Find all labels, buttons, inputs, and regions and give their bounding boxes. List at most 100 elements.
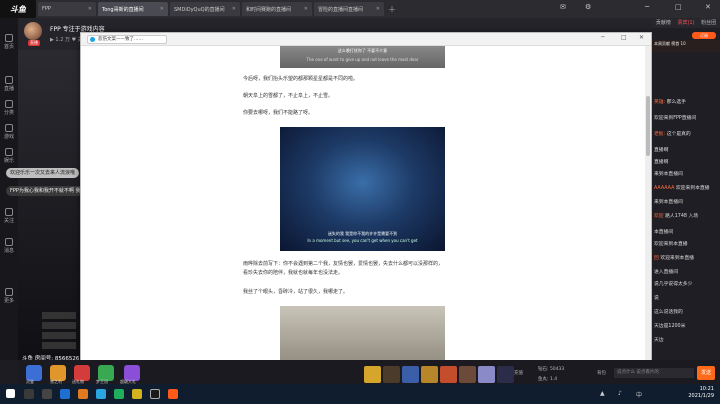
- heart-icon: [5, 208, 13, 216]
- message-icon: [5, 238, 13, 246]
- close-icon[interactable]: ✕: [304, 6, 308, 12]
- backpack-button[interactable]: 背包: [597, 370, 606, 376]
- network-icon[interactable]: ▲: [600, 390, 605, 397]
- ime-icon[interactable]: 中: [636, 390, 642, 399]
- gift-notice: [42, 322, 76, 329]
- settings-icon[interactable]: ⚙: [585, 3, 591, 11]
- chat-message: 来到本直播间: [654, 200, 683, 205]
- gift-item[interactable]: [402, 366, 419, 383]
- top-contributor: 本周贡献 榜首 10: [652, 40, 720, 52]
- search-icon[interactable]: [24, 389, 34, 399]
- tab-5[interactable]: 冒险的直播间直播间 ✕: [314, 2, 384, 16]
- clock: 10:21 2021/1/29: [688, 386, 714, 399]
- article-paragraph: 今后呀，我们抬头乐望的都那颗星星都是不同的啦。: [243, 76, 359, 82]
- tab-2[interactable]: Tong哥新的直播间 ✕: [98, 2, 168, 16]
- mail-icon[interactable]: ✉: [560, 3, 566, 11]
- minimize-icon[interactable]: ─: [645, 3, 649, 11]
- article-paragraph: 看珍失去你的陪伴，我就也就每年也没法走。: [243, 270, 344, 276]
- gamepad-icon: [5, 124, 13, 132]
- douyu-logo[interactable]: 斗鱼: [0, 0, 36, 18]
- chat-message: 说: [654, 296, 659, 301]
- chat-message: 欢迎来到本直播: [654, 242, 688, 247]
- nav-more[interactable]: 更多: [0, 288, 18, 304]
- home-icon: [5, 34, 13, 42]
- tab-vip[interactable]: 贵宾(1): [674, 18, 698, 28]
- close-icon[interactable]: ✕: [232, 6, 236, 12]
- volume-icon[interactable]: ♪: [618, 390, 622, 397]
- gift-item[interactable]: [383, 366, 400, 383]
- chat-message: 本直播间: [654, 230, 674, 235]
- app-icon[interactable]: [78, 389, 88, 399]
- app-icon[interactable]: [60, 389, 70, 399]
- chat-message: 天边: [654, 338, 664, 343]
- nav-message[interactable]: 消息: [0, 238, 18, 254]
- tab-fans[interactable]: 粉丝团: [697, 18, 720, 28]
- subscribe-button[interactable]: 订阅: [692, 32, 716, 39]
- windows-start-icon[interactable]: [6, 389, 15, 398]
- maximize-icon[interactable]: □: [621, 34, 627, 41]
- nav-live[interactable]: 直播: [0, 76, 18, 92]
- chat-message: 这么说话我的: [654, 310, 683, 315]
- close-icon[interactable]: ✕: [376, 6, 380, 12]
- scroll-thumb[interactable]: [646, 96, 650, 156]
- gift-item[interactable]: [421, 366, 438, 383]
- maximize-icon[interactable]: □: [675, 3, 682, 11]
- new-tab-icon[interactable]: ＋: [388, 4, 396, 15]
- article-paragraph: 我丝了个眼头，昏砖冷，站了很久，我哪走了。: [243, 289, 349, 295]
- article-image: 迷失的我 我是你不我的许许是需要不到 In a moment but see, …: [280, 127, 445, 251]
- app-icon[interactable]: [114, 389, 124, 399]
- chat-tabs: 贡献榜 贵宾(1) 粉丝团: [652, 18, 720, 28]
- app-icon[interactable]: [132, 389, 142, 399]
- gift-notice: [42, 312, 76, 319]
- gift-item[interactable]: [459, 366, 476, 383]
- diamond-balance: 钻石: 50433: [538, 367, 565, 372]
- popup-tab[interactable]: 悲伤文案——致了……: [87, 35, 167, 44]
- close-icon[interactable]: ✕: [88, 6, 92, 12]
- nav-ent[interactable]: 娱乐: [0, 148, 18, 164]
- chat-message: 欢迎来到FPP直播间: [654, 116, 697, 121]
- chat-message: 欢迎 路人1748 入场: [654, 214, 699, 219]
- chat-input[interactable]: 说点什么 说点看片的: [614, 368, 694, 378]
- gift-item[interactable]: [440, 366, 457, 383]
- gift-item[interactable]: [478, 366, 495, 383]
- app-icon[interactable]: [168, 389, 178, 399]
- nav-home[interactable]: 首页: [0, 34, 18, 50]
- popup-titlebar: 悲伤文案——致了…… ─ □ ✕: [81, 33, 651, 46]
- chat-message: 回 欢迎来到本直播: [654, 256, 694, 261]
- close-icon[interactable]: ✕: [639, 34, 644, 41]
- article-image: 这么晚打扰你了 不要不介意 The one of want to give up…: [280, 46, 445, 68]
- nav-game[interactable]: 游戏: [0, 124, 18, 140]
- close-window-icon[interactable]: ✕: [705, 3, 711, 11]
- nav-category[interactable]: 分类: [0, 100, 18, 116]
- chat-panel: 贡献榜 贵宾(1) 粉丝团 订阅 本周贡献 榜首 10 英雄: 那么选手 欢迎来…: [652, 18, 720, 360]
- send-button[interactable]: 发送: [697, 366, 715, 380]
- streamer-avatar[interactable]: [24, 22, 42, 40]
- chat-message: 直播啊: [654, 148, 669, 153]
- danmaku-bullet: 欢迎乐乐一次又去来人流浪哦: [6, 168, 80, 178]
- gift-item[interactable]: [497, 366, 514, 383]
- close-icon[interactable]: ✕: [160, 6, 164, 12]
- tab-3[interactable]: SMDiDyQuQ的直播间 ✕: [170, 2, 240, 16]
- chat-message: AAAAAA 欢迎来到本直播: [654, 186, 710, 191]
- article-popup: 悲伤文案——致了…… ─ □ ✕ 这么晚打扰你了 不要不介意 The one o…: [80, 32, 652, 373]
- gift-notice: [42, 342, 76, 349]
- more-icon: [5, 288, 13, 296]
- star-icon: [5, 148, 13, 156]
- browser-tab-bar: 斗鱼 FPP ✕ Tong哥新的直播间 ✕ SMDiDyQuQ的直播间 ✕ 和时间赛跑…: [0, 0, 720, 18]
- gift-item[interactable]: [364, 366, 381, 383]
- nav-follow[interactable]: 关注: [0, 208, 18, 224]
- task-view-icon[interactable]: [42, 389, 52, 399]
- article-paragraph: 朝天阜上的雪都了，不止阜上，不止雪。: [243, 93, 334, 99]
- chat-message: 英雄: 那么选手: [654, 100, 686, 105]
- tab-4[interactable]: 和时间赛跑的直播间 ✕: [242, 2, 312, 16]
- app-icon[interactable]: [96, 389, 106, 399]
- tab-contribution[interactable]: 贡献榜: [652, 18, 675, 28]
- app-icon[interactable]: [150, 389, 160, 399]
- minimize-icon[interactable]: ─: [601, 34, 605, 41]
- chat-message: 进入直播间: [654, 270, 678, 275]
- scrollbar[interactable]: [645, 46, 651, 372]
- recharge-link[interactable]: 充值: [514, 370, 523, 376]
- tab-1[interactable]: FPP ✕: [38, 2, 96, 16]
- chat-message: 老板: 这个是真的: [654, 132, 691, 137]
- chat-message: 来到本直播间: [654, 172, 683, 177]
